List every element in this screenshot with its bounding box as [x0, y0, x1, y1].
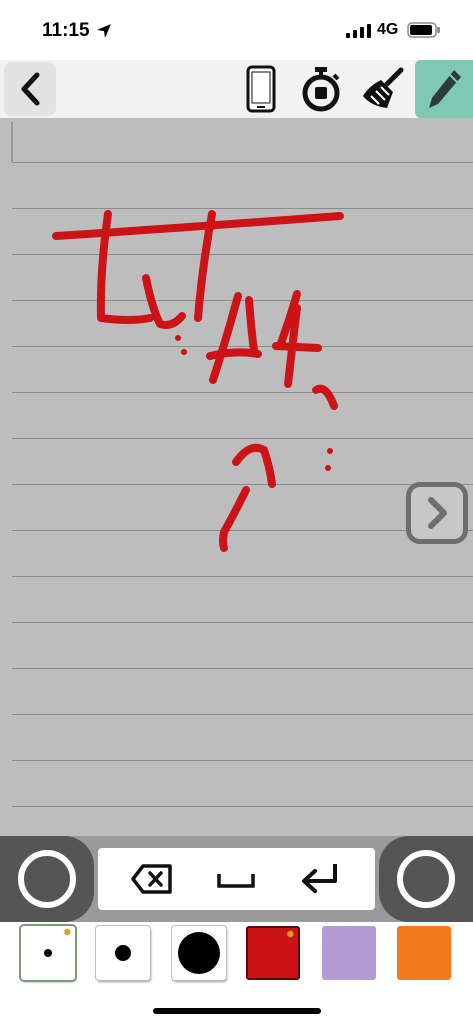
handwriting-strokes [52, 210, 344, 552]
color-purple[interactable] [322, 926, 376, 980]
backspace-icon [131, 864, 172, 894]
pen-size-small[interactable]: ✹ [21, 926, 75, 980]
right-pad-button[interactable] [379, 836, 473, 922]
circle-icon [18, 850, 76, 908]
ink-stroke [245, 296, 258, 354]
pen-palette: ✹ ✹ [0, 922, 473, 988]
phone-icon [246, 65, 276, 113]
ink-dot [325, 465, 331, 471]
enter-key[interactable] [294, 856, 346, 902]
stopwatch-icon [302, 67, 340, 112]
pencil-icon [429, 70, 461, 108]
space-key[interactable] [208, 856, 264, 902]
broom-icon [363, 67, 404, 108]
clear-button[interactable] [356, 60, 408, 118]
pen-size-medium[interactable] [96, 926, 150, 980]
battery-icon [407, 22, 440, 38]
chevron-right-icon [428, 497, 447, 529]
home-indicator [153, 1008, 321, 1014]
ink-dot [181, 349, 187, 355]
gear-icon: ✹ [285, 929, 295, 941]
ink-stroke [206, 348, 262, 360]
left-pad-button[interactable] [0, 836, 94, 922]
return-icon [302, 864, 337, 893]
size-dot [44, 949, 52, 957]
cellular-signal-icon [346, 24, 371, 38]
handwriting-screen: 11:15 4G ✹ ✹ [0, 0, 473, 1024]
pen-button[interactable] [415, 60, 473, 118]
backspace-key[interactable] [126, 856, 178, 902]
device-button[interactable] [238, 60, 284, 118]
pen-size-large[interactable] [172, 926, 226, 980]
ink-stroke [52, 212, 344, 240]
writing-canvas[interactable] [0, 118, 473, 836]
space-icon [217, 874, 255, 888]
ink-stroke [209, 292, 242, 384]
network-type: 4G [377, 21, 399, 38]
gear-icon: ✹ [62, 927, 72, 939]
timer-button[interactable] [296, 60, 346, 118]
ink-stroke [312, 384, 338, 410]
toolbar [0, 60, 473, 118]
ink-stroke [272, 342, 322, 352]
status-bar: 11:15 4G [0, 0, 473, 60]
size-dot [115, 945, 131, 961]
ink-stroke [232, 443, 276, 488]
ink-dot [327, 448, 333, 454]
color-orange[interactable] [397, 926, 451, 980]
size-dot [178, 932, 220, 974]
ink-dot [175, 335, 181, 341]
chevron-left-icon [21, 72, 40, 106]
color-red[interactable]: ✹ [246, 926, 300, 980]
back-button[interactable] [4, 62, 56, 116]
next-page-button[interactable] [406, 482, 468, 544]
ink-stroke [219, 486, 250, 552]
key-panel [98, 848, 375, 910]
status-time: 11:15 [42, 20, 90, 41]
key-row [0, 836, 473, 922]
location-arrow-icon [97, 24, 111, 38]
circle-icon [397, 850, 455, 908]
